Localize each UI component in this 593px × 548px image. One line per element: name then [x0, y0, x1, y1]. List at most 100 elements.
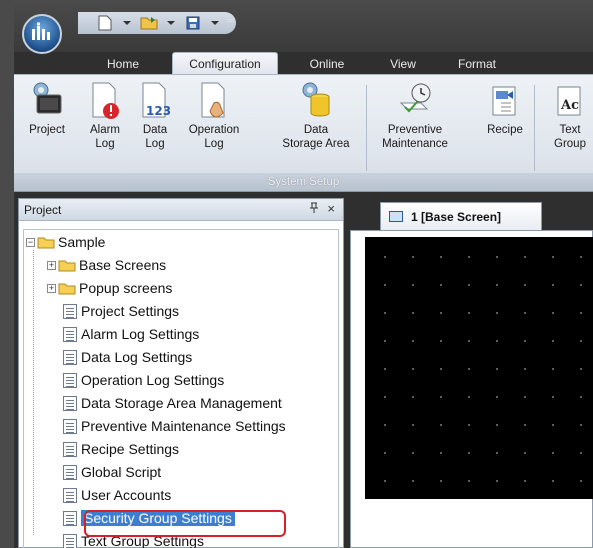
save-button[interactable] — [184, 15, 202, 31]
tree-item-label: Global Script — [81, 464, 162, 480]
open-file-button[interactable] — [140, 15, 158, 31]
tab-view[interactable]: View — [380, 54, 426, 76]
tree-root[interactable]: − Sample — [26, 231, 105, 253]
new-file-icon — [98, 15, 112, 31]
data-storage-label-1: Data — [303, 124, 329, 136]
project-panel-title: Project — [24, 202, 62, 217]
ribbon-group-label: System Setup — [14, 173, 593, 191]
tree-item-operation-log-settings[interactable]: Operation Log Settings — [63, 369, 224, 391]
expand-icon[interactable]: + — [47, 260, 56, 270]
tree-item-preventive-maintenance-settings[interactable]: Preventive Maintenance Settings — [63, 415, 286, 437]
open-file-dropdown[interactable] — [162, 15, 180, 31]
data-storage-area-button[interactable]: Data Storage Area — [274, 81, 358, 171]
tab-format[interactable]: Format — [446, 54, 508, 76]
tree-item-label: Project Settings — [81, 303, 180, 319]
text-group-icon: Ac — [557, 86, 581, 116]
settings-document-icon — [63, 418, 77, 434]
settings-document-icon — [63, 464, 77, 480]
tree-item-label: Operation Log Settings — [81, 372, 225, 388]
tree-item-global-script[interactable]: Global Script — [63, 461, 161, 483]
screen-icon — [389, 211, 403, 222]
ribbon-separator — [366, 85, 367, 171]
alarm-log-button[interactable]: Alarm Log — [80, 81, 130, 171]
tree-root-label: Sample — [58, 234, 106, 250]
operation-log-button[interactable]: Operation Log — [180, 81, 248, 171]
save-dropdown[interactable] — [206, 15, 224, 31]
chevron-down-icon — [167, 21, 175, 25]
ribbon-separator — [534, 85, 535, 171]
project-button[interactable]: Project — [20, 81, 74, 171]
preventive-maintenance-label-1: Preventive — [387, 124, 443, 136]
application-menu-button[interactable] — [22, 14, 62, 54]
tab-base-screen-1[interactable]: 1 [Base Screen] — [380, 202, 542, 230]
tree-item-label: Recipe Settings — [81, 441, 180, 457]
project-panel-header: Project × — [19, 199, 343, 221]
preventive-maintenance-label-2: Maintenance — [382, 138, 448, 150]
tree-item-label: Popup screens — [79, 280, 173, 296]
project-button-label-1: Project — [29, 124, 65, 136]
tree-item-label: Data Storage Area Management — [81, 395, 282, 411]
tree-item-recipe-settings[interactable]: Recipe Settings — [63, 438, 179, 460]
settings-document-icon — [63, 372, 77, 388]
preventive-maintenance-icon — [399, 83, 431, 113]
data-storage-label-2: Storage Area — [282, 138, 350, 150]
tree-guide-line — [33, 250, 34, 535]
folder-icon — [37, 237, 55, 248]
tree-item-alarm-log-settings[interactable]: Alarm Log Settings — [63, 323, 199, 345]
settings-document-icon — [63, 326, 77, 342]
tab-home[interactable]: Home — [96, 54, 150, 76]
tree-item-label: User Accounts — [81, 487, 172, 503]
tree-item-popup-screens[interactable]: + Popup screens — [47, 277, 172, 299]
tab-online[interactable]: Online — [298, 54, 356, 76]
tree-item-data-log-settings[interactable]: Data Log Settings — [63, 346, 192, 368]
selection-highlight-outline — [84, 510, 286, 537]
editor-tab-label: 1 [Base Screen] — [411, 209, 502, 224]
operation-log-label-1: Operation — [188, 124, 240, 136]
tab-configuration[interactable]: Configuration — [172, 52, 278, 76]
app-window: = Home Configuration Online View Format … — [14, 0, 593, 548]
recipe-label-1: Recipe — [487, 124, 523, 136]
quick-access-toolbar — [78, 12, 236, 34]
tree-item-label: Alarm Log Settings — [81, 326, 200, 342]
data-log-number: 123 — [146, 104, 171, 118]
data-log-icon: 123 — [142, 82, 171, 118]
tree-item-base-screens[interactable]: + Base Screens — [47, 254, 166, 276]
settings-document-icon — [63, 510, 77, 526]
tree-item-label: Preventive Maintenance Settings — [81, 418, 286, 434]
settings-document-icon — [63, 303, 77, 319]
tree-item-project-settings[interactable]: Project Settings — [63, 300, 179, 322]
editor-area — [350, 230, 593, 548]
project-icon — [33, 82, 62, 114]
text-group-label-1: Text — [559, 124, 581, 136]
new-file-button[interactable] — [96, 15, 114, 31]
tree-item-user-accounts[interactable]: User Accounts — [63, 484, 171, 506]
customize-quick-access-button[interactable]: = — [226, 14, 235, 27]
data-storage-icon — [302, 82, 330, 117]
screen-canvas[interactable] — [365, 237, 593, 499]
text-group-button[interactable]: Ac Text Group — [544, 81, 593, 171]
alarm-log-label-2: Log — [95, 138, 115, 150]
folder-icon — [58, 260, 76, 271]
app-logo-icon — [30, 22, 54, 46]
new-file-dropdown[interactable] — [118, 15, 136, 31]
tree-item-label: Data Log Settings — [81, 349, 193, 365]
recipe-button[interactable]: Recipe — [480, 81, 530, 171]
tree-item-label: Base Screens — [79, 257, 167, 273]
preventive-maintenance-button[interactable]: Preventive Maintenance — [370, 81, 460, 171]
close-panel-button[interactable]: × — [327, 201, 335, 216]
chevron-down-icon — [123, 21, 131, 25]
collapse-icon[interactable]: − — [26, 237, 35, 247]
project-panel: Project × − Sample + Base Screens + Popu… — [18, 198, 344, 548]
alarm-log-label-1: Alarm — [89, 124, 121, 136]
operation-log-label-2: Log — [204, 138, 224, 150]
settings-document-icon — [63, 533, 77, 548]
save-icon — [186, 16, 200, 30]
settings-document-icon — [63, 349, 77, 365]
tree-item-data-storage-area-management[interactable]: Data Storage Area Management — [63, 392, 282, 414]
expand-icon[interactable]: + — [47, 283, 56, 293]
data-log-button[interactable]: 123 Data Log — [132, 81, 178, 171]
ribbon: Project Alarm Log 123 Data Log Operation… — [14, 74, 593, 192]
settings-document-icon — [63, 441, 77, 457]
pin-icon[interactable] — [309, 202, 319, 216]
settings-document-icon — [63, 487, 77, 503]
